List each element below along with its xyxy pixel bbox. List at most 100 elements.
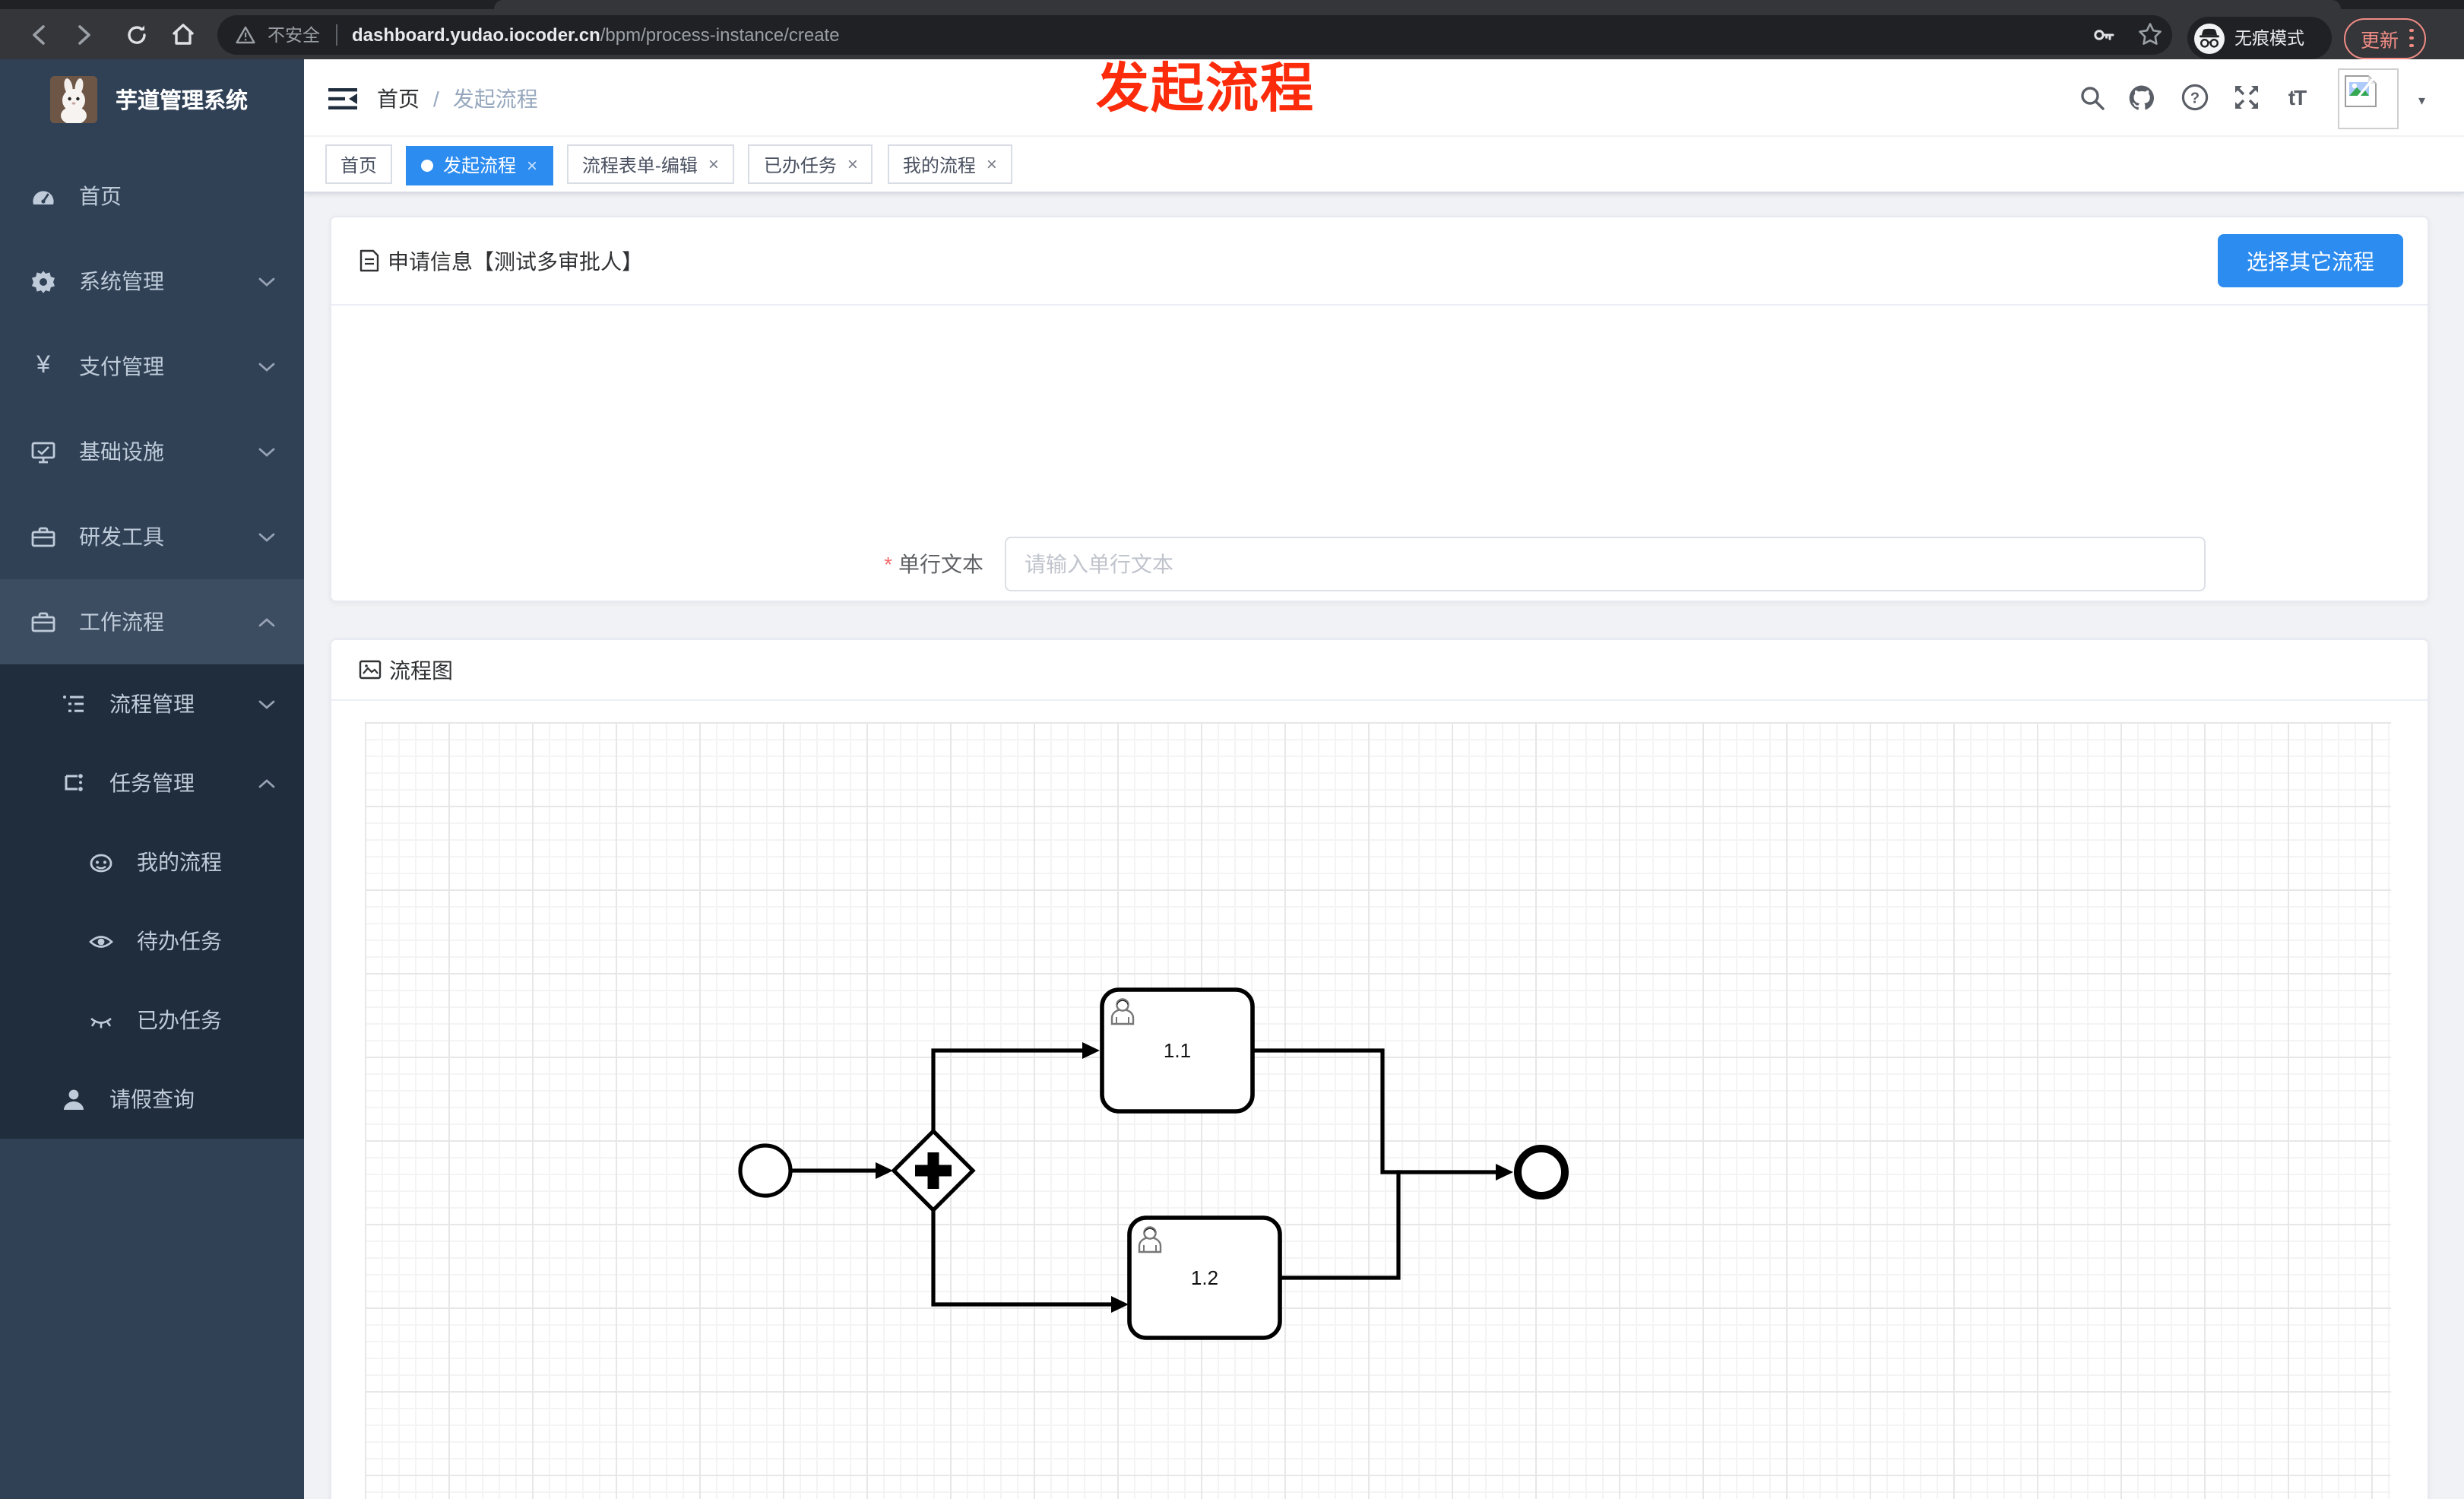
bpmn-user-task-1[interactable]: 1.1 xyxy=(1100,987,1255,1114)
bpmn-start-event[interactable] xyxy=(738,1143,793,1198)
sidebar-item-leave-query[interactable]: 请假查询 xyxy=(0,1060,304,1139)
bpmn-end-event[interactable] xyxy=(1514,1145,1569,1200)
not-secure-warning-icon[interactable] xyxy=(236,25,255,43)
flow-gateway-to-task1 xyxy=(931,1048,1084,1131)
process-diagram-card: 流程图 1.1 1.2 xyxy=(330,639,2429,1499)
chevron-up-icon xyxy=(258,778,275,789)
chevron-down-icon xyxy=(258,699,275,710)
tab-my-process[interactable]: 我的流程 × xyxy=(887,144,1012,184)
breadcrumb-home[interactable]: 首页 xyxy=(377,83,420,113)
breadcrumb: 首页 / 发起流程 xyxy=(377,59,538,137)
sidebar: 芋道管理系统 首页 系统管理 ¥ 支付管理 基础设施 研发工具 工作流程 流程管… xyxy=(0,59,304,1499)
tags-view-bar: 首页 发起流程 × 流程表单-编辑 × 已办任务 × 我的流程 × xyxy=(304,137,2464,193)
sidebar-item-done-tasks[interactable]: 已办任务 xyxy=(0,981,304,1060)
form-card-header: 申请信息【测试多审批人】 选择其它流程 xyxy=(331,217,2428,306)
app-title: 芋道管理系统 xyxy=(116,89,248,113)
url-host[interactable]: dashboard.yudao.iocoder.cn xyxy=(352,24,600,45)
sidebar-collapse-icon[interactable] xyxy=(327,82,359,114)
avatar-caret-icon[interactable]: ▾ xyxy=(2418,93,2425,109)
address-divider xyxy=(335,24,337,45)
sidebar-item-dev-tools[interactable]: 研发工具 xyxy=(0,494,304,579)
eye-closed-icon xyxy=(88,1007,114,1033)
browser-active-tab[interactable] xyxy=(494,0,2341,9)
tab-form-edit[interactable]: 流程表单-编辑 × xyxy=(566,144,734,184)
dashboard-icon xyxy=(30,183,56,209)
tab-home[interactable]: 首页 xyxy=(325,144,393,184)
required-mark: * xyxy=(884,552,892,576)
forward-button[interactable] xyxy=(64,15,102,53)
avatar[interactable] xyxy=(2338,68,2399,129)
fullscreen-icon[interactable] xyxy=(2233,84,2260,111)
incognito-label: 无痕模式 xyxy=(2234,30,2304,49)
sidebar-item-label: 首页 xyxy=(79,184,122,208)
sidebar-item-system[interactable]: 系统管理 xyxy=(0,239,304,324)
screen: 不安全 dashboard.yudao.iocoder.cn/bpm/proce… xyxy=(0,0,2464,1499)
app-logo xyxy=(50,75,97,122)
sidebar-item-task-mgmt[interactable]: 任务管理 xyxy=(0,743,304,822)
update-label[interactable]: 更新 xyxy=(2361,24,2399,52)
sidebar-item-label: 系统管理 xyxy=(79,269,164,293)
browser-tab-strip xyxy=(0,0,2464,9)
browser-menu-icon[interactable] xyxy=(2409,28,2414,48)
active-dot xyxy=(421,159,434,171)
text-field-row: * 单行文本 xyxy=(818,537,2206,591)
tab-close-icon[interactable]: × xyxy=(527,154,537,176)
sidebar-item-process-mgmt[interactable]: 流程管理 xyxy=(0,664,304,743)
chevron-down-icon xyxy=(258,447,275,458)
bookmark-star-icon[interactable] xyxy=(2137,21,2163,47)
tab-label: 已办任务 xyxy=(763,154,837,176)
tab-label: 我的流程 xyxy=(902,154,976,176)
tab-done-tasks[interactable]: 已办任务 × xyxy=(748,144,873,184)
sidebar-item-label: 工作流程 xyxy=(79,610,164,634)
sidebar-item-todo-tasks[interactable]: 待办任务 xyxy=(0,902,304,981)
flow-task1-to-end xyxy=(1253,1048,1497,1174)
tab-start-process[interactable]: 发起流程 × xyxy=(406,145,553,185)
sidebar-item-my-process[interactable]: 我的流程 xyxy=(0,822,304,902)
sidebar-item-label: 流程管理 xyxy=(109,692,195,716)
tab-close-icon[interactable]: × xyxy=(847,154,858,175)
sidebar-item-label: 请假查询 xyxy=(109,1087,195,1111)
password-key-icon[interactable] xyxy=(2092,22,2116,46)
sidebar-item-label: 基础设施 xyxy=(79,439,164,464)
gear-icon xyxy=(30,268,56,294)
tab-close-icon[interactable]: × xyxy=(987,154,997,175)
sidebar-item-payment[interactable]: ¥ 支付管理 xyxy=(0,324,304,409)
breadcrumb-current: 发起流程 xyxy=(452,86,538,110)
task-label: 1.2 xyxy=(1191,1266,1218,1289)
image-icon xyxy=(359,660,382,680)
reload-button[interactable] xyxy=(117,15,155,53)
incognito-badge: 无痕模式 xyxy=(2187,17,2332,59)
bpmn-canvas[interactable]: 1.1 1.2 xyxy=(365,722,2391,1499)
sidebar-item-home[interactable]: 首页 xyxy=(0,154,304,239)
monitor-icon xyxy=(30,439,56,464)
sidebar-item-infrastructure[interactable]: 基础设施 xyxy=(0,409,304,494)
eye-icon xyxy=(88,928,114,954)
sidebar-item-label: 已办任务 xyxy=(137,1008,222,1032)
github-icon[interactable] xyxy=(2128,84,2155,111)
security-label[interactable]: 不安全 xyxy=(268,22,320,46)
workflow-submenu: 流程管理 任务管理 我的流程 待办任务 已办任务 请假查询 xyxy=(0,664,304,1139)
diagram-card-title: 流程图 xyxy=(389,658,453,682)
bpmn-user-task-2[interactable]: 1.2 xyxy=(1127,1215,1282,1340)
sidebar-item-label: 我的流程 xyxy=(137,850,222,874)
update-button[interactable]: 更新 xyxy=(2344,17,2426,59)
back-button[interactable] xyxy=(20,15,58,53)
choose-other-process-button[interactable]: 选择其它流程 xyxy=(2218,234,2403,287)
tab-close-icon[interactable]: × xyxy=(708,154,719,175)
flow-icon xyxy=(61,770,87,796)
font-size-icon[interactable]: tT xyxy=(2283,84,2310,111)
breadcrumb-separator: / xyxy=(433,86,439,110)
bpmn-parallel-gateway[interactable] xyxy=(891,1128,976,1213)
task-label: 1.1 xyxy=(1164,1039,1191,1062)
single-line-text-input[interactable] xyxy=(1005,537,2206,591)
annotation-title: 发起流程 xyxy=(1096,59,1316,119)
chevron-down-icon xyxy=(258,532,275,543)
home-button[interactable] xyxy=(164,15,202,53)
app-logo-row[interactable]: 芋道管理系统 xyxy=(0,59,304,138)
app-header: 首页 / 发起流程 ? tT ▾ xyxy=(304,59,2464,137)
sidebar-item-workflow[interactable]: 工作流程 xyxy=(0,579,304,664)
text-field-label: * 单行文本 xyxy=(884,552,983,576)
search-icon[interactable] xyxy=(2078,84,2105,111)
help-icon[interactable]: ? xyxy=(2181,84,2209,111)
url-path[interactable]: /bpm/process-instance/create xyxy=(600,24,840,45)
